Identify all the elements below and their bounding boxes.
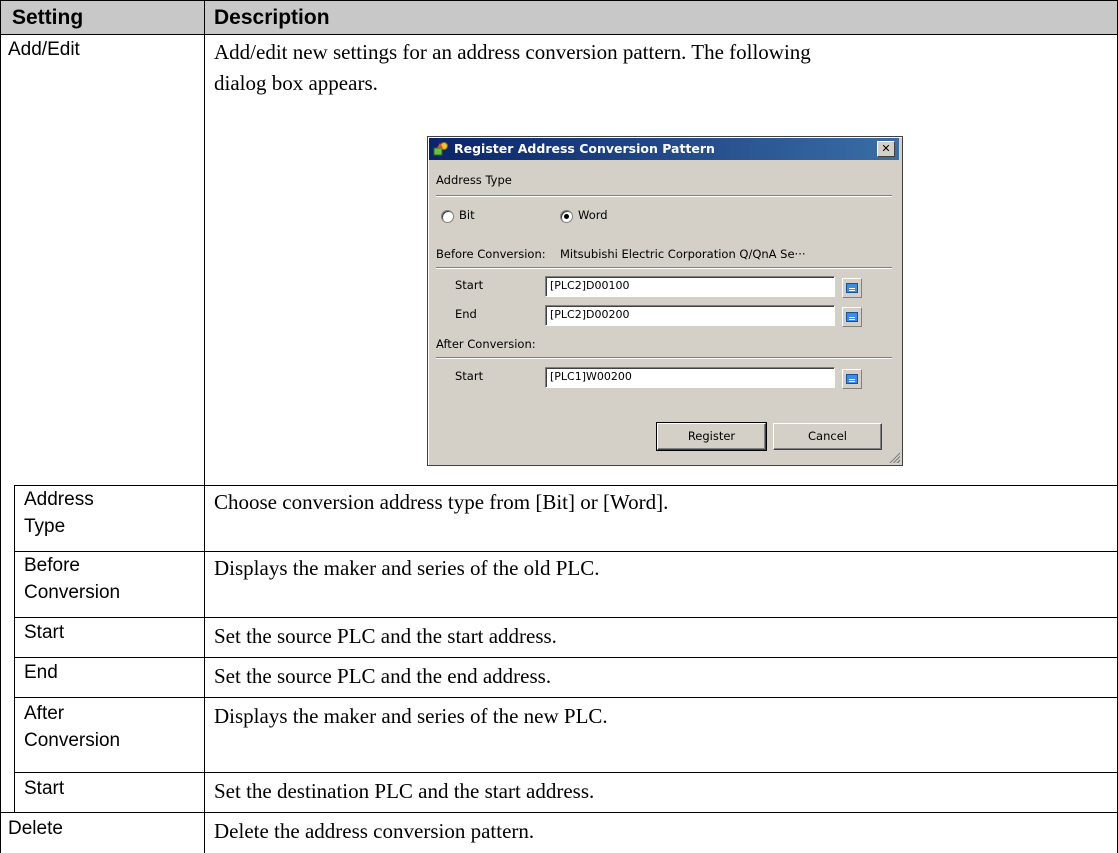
- description-after-conversion: Displays the maker and series of the new…: [214, 704, 608, 728]
- address-input-icon[interactable]: [842, 369, 862, 389]
- description-add-edit-line2: dialog box appears.: [214, 71, 378, 95]
- address-type-label: Address Type: [436, 173, 512, 187]
- dialog-title-bar[interactable]: Register Address Conversion Pattern ✕: [429, 138, 899, 160]
- table-divider: [14, 657, 1118, 658]
- description-add-edit-line1: Add/edit new settings for an address con…: [214, 40, 811, 64]
- radio-word-label: Word: [578, 208, 608, 222]
- before-end-address-value: [PLC2]D00200: [550, 308, 630, 321]
- description-address-type: Choose conversion address type from [Bit…: [214, 490, 669, 514]
- header-setting: Setting: [12, 6, 84, 29]
- start-label: Start: [455, 278, 484, 292]
- divider: [436, 195, 892, 197]
- setting-address-type-line1: Address: [24, 489, 94, 510]
- table-border-left: [0, 0, 1, 853]
- table-divider: [0, 34, 1118, 35]
- address-input-icon[interactable]: [842, 278, 862, 298]
- table-divider: [0, 812, 1118, 813]
- table-divider: [14, 485, 1118, 486]
- app-icon: [433, 142, 448, 156]
- column-divider: [204, 0, 205, 853]
- after-start-address-value: [PLC1]W00200: [550, 370, 632, 383]
- table-divider: [14, 772, 1118, 773]
- before-end-address-field[interactable]: [PLC2]D00200: [545, 305, 835, 326]
- setting-before-conversion-line2: Conversion: [24, 582, 121, 603]
- description-end: Set the source PLC and the end address.: [214, 664, 552, 688]
- table-divider: [14, 551, 1118, 552]
- setting-after-conversion-line2: Conversion: [24, 730, 121, 751]
- description-start-after: Set the destination PLC and the start ad…: [214, 779, 595, 803]
- description-delete: Delete the address conversion pattern.: [214, 819, 535, 843]
- radio-word[interactable]: [560, 210, 573, 223]
- radio-bit-label: Bit: [459, 208, 475, 222]
- setting-add-edit: Add/Edit: [8, 39, 80, 60]
- close-icon[interactable]: ✕: [877, 141, 895, 157]
- after-start-label: Start: [455, 369, 484, 383]
- divider: [436, 357, 892, 359]
- table-border-top: [0, 0, 1118, 1]
- register-button[interactable]: Register: [656, 422, 767, 451]
- cancel-button[interactable]: Cancel: [773, 423, 882, 450]
- before-start-address-field[interactable]: [PLC2]D00100: [545, 276, 835, 297]
- sub-indent-line: [14, 485, 15, 813]
- header-description: Description: [214, 6, 330, 29]
- setting-after-conversion-line1: After: [24, 703, 65, 724]
- table-divider: [14, 617, 1118, 618]
- table-header: [0, 0, 1118, 34]
- after-start-address-field[interactable]: [PLC1]W00200: [545, 367, 835, 388]
- setting-end: End: [24, 662, 58, 683]
- dialog-title: Register Address Conversion Pattern: [454, 141, 715, 156]
- setting-before-conversion-line1: Before: [24, 555, 80, 576]
- address-input-icon[interactable]: [842, 307, 862, 327]
- radio-bit[interactable]: [441, 210, 454, 223]
- setting-start-after: Start: [24, 778, 65, 799]
- setting-start-before: Start: [24, 622, 65, 643]
- before-conversion-value: Mitsubishi Electric Corporation Q/QnA Se…: [560, 247, 806, 261]
- divider: [436, 267, 892, 269]
- register-address-conversion-dialog: Register Address Conversion Pattern ✕ Ad…: [427, 136, 903, 466]
- description-start-before: Set the source PLC and the start address…: [214, 624, 557, 648]
- description-before-conversion: Displays the maker and series of the old…: [214, 556, 600, 580]
- after-conversion-label: After Conversion:: [436, 337, 536, 351]
- setting-address-type-line2: Type: [24, 516, 66, 537]
- before-start-address-value: [PLC2]D00100: [550, 279, 630, 292]
- table-divider: [14, 697, 1118, 698]
- setting-delete: Delete: [8, 818, 63, 839]
- resize-grip-icon[interactable]: [888, 451, 900, 463]
- end-label: End: [455, 307, 477, 321]
- before-conversion-label: Before Conversion:: [436, 247, 546, 261]
